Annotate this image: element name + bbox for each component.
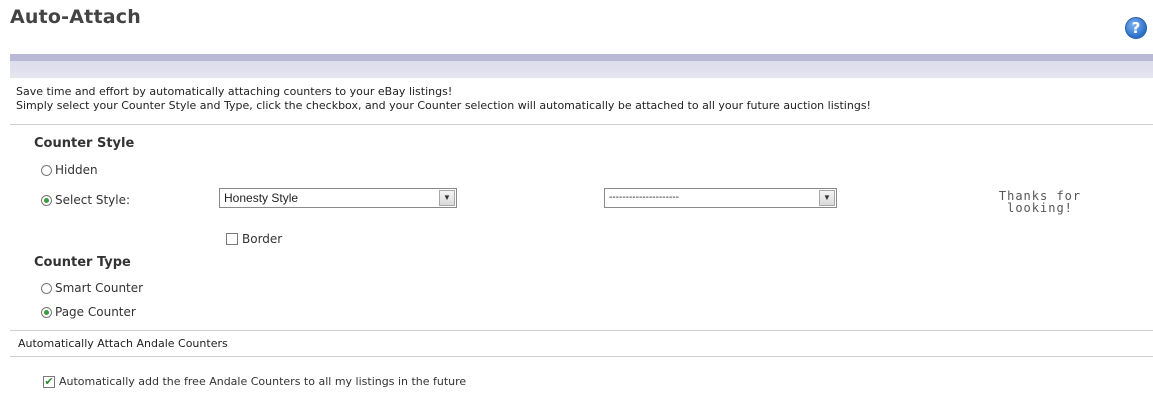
- divider: [10, 356, 1153, 357]
- auto-attach-option[interactable]: ✔ Automatically add the free Andale Coun…: [43, 375, 466, 388]
- divider: [10, 330, 1153, 331]
- page-counter-option[interactable]: Page Counter: [41, 305, 136, 319]
- header-banner: [10, 54, 1153, 78]
- counter-style-heading: Counter Style: [34, 136, 135, 151]
- select-style-option[interactable]: Select Style:: [41, 193, 130, 207]
- preview-line-2: looking!: [1007, 201, 1073, 215]
- page-counter-radio[interactable]: [41, 306, 52, 318]
- style-dropdown[interactable]: Honesty Style ▼: [219, 188, 457, 208]
- smart-counter-label: Smart Counter: [55, 281, 144, 295]
- counter-type-heading: Counter Type: [34, 255, 131, 270]
- border-label: Border: [242, 232, 283, 246]
- auto-attach-label: Automatically add the free Andale Counte…: [59, 375, 467, 388]
- smart-counter-option[interactable]: Smart Counter: [41, 281, 143, 295]
- smart-counter-radio[interactable]: [41, 282, 52, 294]
- border-option[interactable]: Border: [226, 232, 282, 246]
- style-dropdown-value: Honesty Style: [224, 191, 299, 205]
- variant-dropdown-value: ---------------------: [609, 192, 679, 203]
- auto-attach-checkbox[interactable]: ✔: [43, 375, 55, 388]
- intro-line-1: Save time and effort by automatically at…: [16, 85, 453, 98]
- page-title: Auto-Attach: [10, 6, 141, 28]
- select-style-label: Select Style:: [55, 193, 131, 207]
- counter-preview: Thanks for looking!: [980, 190, 1100, 214]
- page-counter-label: Page Counter: [55, 305, 136, 319]
- variant-dropdown[interactable]: --------------------- ▼: [604, 188, 837, 208]
- help-icon[interactable]: ?: [1125, 17, 1147, 39]
- chevron-down-icon[interactable]: ▼: [819, 190, 835, 206]
- hidden-option[interactable]: Hidden: [41, 163, 98, 177]
- auto-attach-heading: Automatically Attach Andale Counters: [18, 337, 228, 350]
- hidden-label: Hidden: [55, 163, 98, 177]
- select-style-radio[interactable]: [41, 194, 52, 206]
- hidden-radio[interactable]: [41, 164, 52, 176]
- chevron-down-icon[interactable]: ▼: [439, 190, 455, 206]
- divider: [10, 124, 1153, 125]
- intro-line-2: Simply select your Counter Style and Typ…: [16, 99, 871, 112]
- intro-text: Save time and effort by automatically at…: [16, 85, 871, 113]
- border-checkbox[interactable]: [226, 233, 238, 245]
